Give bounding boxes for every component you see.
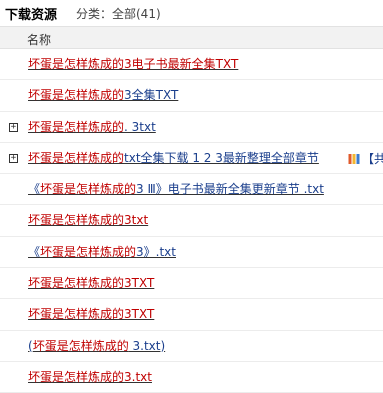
list-item: 坏蛋是怎样炼成的3.txt xyxy=(0,362,383,393)
link-text-segment: 坏蛋是怎样炼成的 xyxy=(28,213,125,228)
download-link[interactable]: 坏蛋是怎样炼成的. 3txt xyxy=(28,120,156,135)
link-text-segment: txt全集下载 1 2 3最新整理全部章节 xyxy=(124,150,319,165)
link-text-segment: 坏蛋是怎样炼成的 xyxy=(28,276,125,291)
link-text-segment: 3》.txt xyxy=(136,244,176,259)
download-link[interactable]: 坏蛋是怎样炼成的3.txt xyxy=(28,370,152,385)
download-link[interactable]: 坏蛋是怎样炼成的3TXT xyxy=(28,276,154,291)
table-header: 名称 xyxy=(0,26,383,49)
list-item: 坏蛋是怎样炼成的3电子书最新全集TXT xyxy=(0,49,383,81)
download-link[interactable]: 《坏蛋是怎样炼成的3 Ⅲ》电子书最新全集更新章节 .txt xyxy=(28,182,324,197)
book-icon xyxy=(348,153,360,164)
link-text-segment: 3.txt) xyxy=(128,338,166,353)
link-text-segment: 3.txt xyxy=(124,369,152,384)
link-text-segment: 坏蛋是怎样炼成的 xyxy=(28,57,125,71)
download-link[interactable]: 坏蛋是怎样炼成的3TXT xyxy=(28,307,154,322)
list-item: + 坏蛋是怎样炼成的. 3txt xyxy=(0,112,383,143)
link-text-segment: 3txt xyxy=(124,213,149,228)
link-text-segment: 3TXT xyxy=(124,276,155,291)
link-text-segment: 坏蛋是怎样炼成的 xyxy=(28,119,125,134)
link-text-segment: 3 Ⅲ》电子书最新全集更新章节 .txt xyxy=(136,182,324,197)
list-item: 坏蛋是怎样炼成的3TXT xyxy=(0,268,383,300)
link-text-segment: . 3txt xyxy=(124,119,156,134)
collection-badge-label: 【共 xyxy=(362,151,383,166)
section-title: 下载资源 xyxy=(5,8,58,23)
download-link[interactable]: (坏蛋是怎样炼成的 3.txt) xyxy=(28,339,165,354)
link-text-segment: 《 xyxy=(28,244,41,259)
download-link[interactable]: 坏蛋是怎样炼成的3全集TXT xyxy=(28,88,178,103)
category-filter[interactable]: 分类：全部(41) xyxy=(76,5,161,22)
list-item: (坏蛋是怎样炼成的 3.txt) xyxy=(0,331,383,362)
expand-plus-icon[interactable]: + xyxy=(9,122,18,132)
list-item: 坏蛋是怎样炼成的3全集TXT xyxy=(0,80,383,112)
download-link[interactable]: 《坏蛋是怎样炼成的3》.txt xyxy=(28,245,176,260)
download-link[interactable]: 坏蛋是怎样炼成的3txt xyxy=(28,213,148,228)
list-item: 《坏蛋是怎样炼成的3 Ⅲ》电子书最新全集更新章节 .txt xyxy=(0,174,383,206)
list-item: + 坏蛋是怎样炼成的txt全集下载 1 2 3最新整理全部章节 【共 xyxy=(0,143,383,175)
link-text-segment: 《 xyxy=(28,182,41,197)
list-item: 坏蛋是怎样炼成的3txt xyxy=(0,205,383,237)
collection-badge[interactable]: 【共 xyxy=(348,150,383,167)
link-text-segment: 3电子书最新全集TXT xyxy=(124,57,239,71)
link-text-segment: 3TXT xyxy=(124,307,155,322)
download-link[interactable]: 坏蛋是怎样炼成的3电子书最新全集TXT xyxy=(28,57,238,72)
link-text-segment: 坏蛋是怎样炼成的 xyxy=(28,307,125,322)
link-text-segment: 坏蛋是怎样炼成的 xyxy=(28,150,125,165)
link-text-segment: 坏蛋是怎样炼成的 xyxy=(28,88,125,103)
link-text-segment: 坏蛋是怎样炼成的 xyxy=(32,338,129,353)
expand-plus-icon[interactable]: + xyxy=(9,153,18,163)
list-item: 坏蛋是怎样炼成的3TXT xyxy=(0,299,383,331)
download-list: 坏蛋是怎样炼成的3电子书最新全集TXT 坏蛋是怎样炼成的3全集TXT + 坏蛋是怎样炼… xyxy=(0,49,383,393)
section-header: 下载资源 分类：全部(41) xyxy=(0,0,383,26)
link-text-segment: 坏蛋是怎样炼成的 xyxy=(28,369,125,384)
list-item: 《坏蛋是怎样炼成的3》.txt xyxy=(0,237,383,269)
link-text-segment: 坏蛋是怎样炼成的 xyxy=(40,244,137,259)
download-link[interactable]: 坏蛋是怎样炼成的txt全集下载 1 2 3最新整理全部章节 xyxy=(28,151,319,166)
link-text-segment: 3全集TXT xyxy=(124,88,179,103)
column-name-header[interactable]: 名称 xyxy=(27,31,51,48)
link-text-segment: 坏蛋是怎样炼成的 xyxy=(40,182,137,197)
